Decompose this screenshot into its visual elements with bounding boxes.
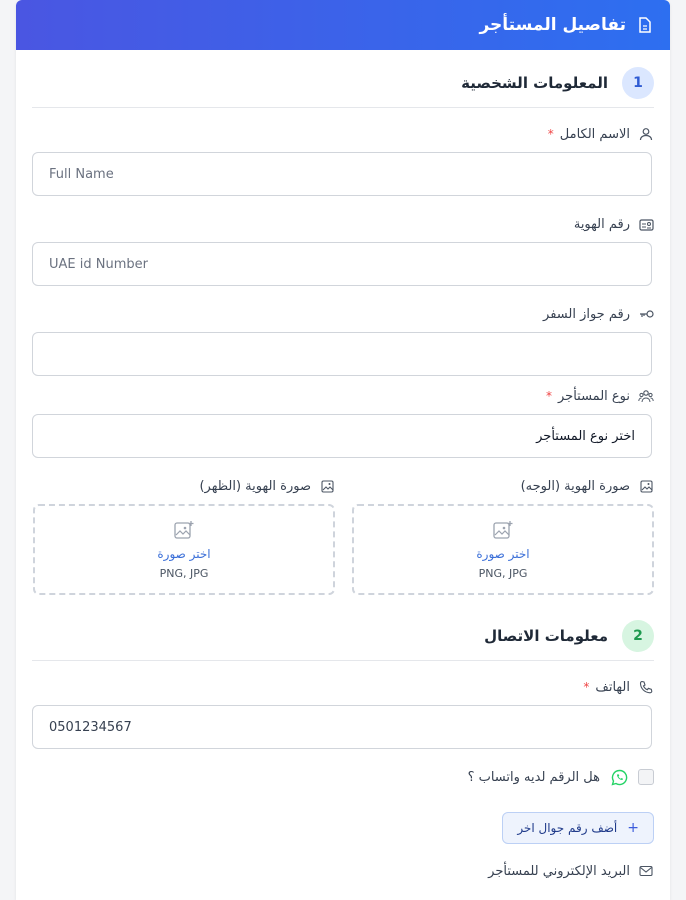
tenant-details-card: تفاصيل المستأجر 1 المعلومات الشخصية الاس… [16, 0, 670, 900]
whatsapp-icon [610, 768, 628, 786]
required-mark: * [583, 680, 590, 694]
passport-input[interactable] [32, 332, 652, 376]
image-icon [638, 478, 654, 494]
whatsapp-question: هل الرقم لديه واتساب ؟ [467, 769, 600, 785]
card-header: تفاصيل المستأجر [16, 0, 670, 50]
id-back-label: صورة الهوية (الظهر) [199, 476, 335, 496]
section-number-badge: 1 [622, 67, 654, 99]
mail-icon [638, 863, 654, 879]
section-title: المعلومات الشخصية [461, 74, 608, 92]
key-icon [638, 306, 654, 322]
whatsapp-checkbox[interactable] [638, 769, 654, 785]
id-front-label: صورة الهوية (الوجه) [521, 476, 654, 496]
full-name-label: الاسم الكامل * [548, 124, 654, 144]
image-add-icon [492, 519, 514, 541]
passport-label: رقم جواز السفر [543, 304, 654, 324]
file-types: PNG, JPG [478, 567, 528, 580]
phone-label: الهاتف * [583, 677, 654, 697]
header-title: تفاصيل المستأجر [479, 15, 626, 35]
phone-input[interactable]: 0501234567 [32, 705, 652, 749]
document-icon [636, 16, 654, 34]
add-phone-button[interactable]: + أضف رقم جوال اخر [502, 812, 654, 844]
users-icon [638, 388, 654, 404]
tenant-type-select[interactable]: اختر نوع المستأجر [32, 414, 652, 458]
user-icon [638, 126, 654, 142]
image-icon [319, 478, 335, 494]
section-title: معلومات الاتصال [484, 627, 608, 645]
whatsapp-row: هل الرقم لديه واتساب ؟ [468, 766, 654, 788]
section-number-badge: 2 [622, 620, 654, 652]
full-name-input[interactable]: Full Name [32, 152, 652, 196]
email-label: البريد الإلكتروني للمستأجر [488, 861, 654, 881]
section-contact-info: 2 معلومات الاتصال [32, 612, 654, 661]
tenant-type-label: نوع المستأجر * [546, 386, 654, 406]
plus-icon: + [627, 820, 639, 836]
id-front-upload[interactable]: اختر صورة PNG, JPG [352, 504, 654, 595]
required-mark: * [545, 389, 552, 403]
id-number-label: رقم الهوية [574, 214, 654, 234]
phone-icon [638, 679, 654, 695]
image-add-icon [173, 519, 195, 541]
choose-image-link[interactable]: اختر صورة [476, 547, 529, 561]
choose-image-link[interactable]: اختر صورة [157, 547, 210, 561]
id-back-upload[interactable]: اختر صورة PNG, JPG [33, 504, 335, 595]
file-types: PNG, JPG [159, 567, 209, 580]
id-number-input[interactable]: UAE id Number [32, 242, 652, 286]
section-personal-info: 1 المعلومات الشخصية [32, 59, 654, 108]
required-mark: * [547, 127, 554, 141]
id-card-icon [638, 216, 654, 232]
